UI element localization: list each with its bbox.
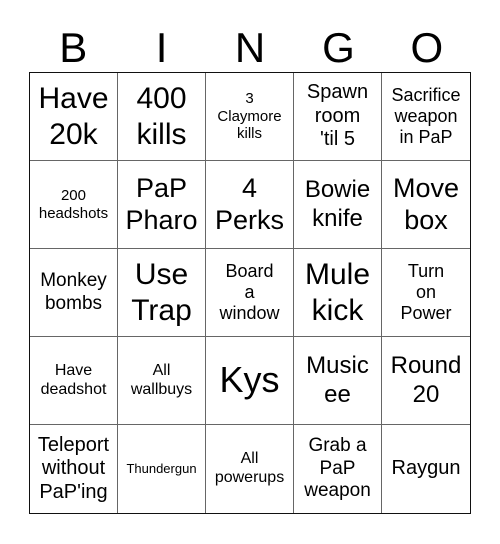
- header-letter-o: O: [410, 24, 444, 71]
- bingo-cell[interactable]: 200 headshots: [30, 161, 118, 249]
- bingo-cell[interactable]: All powerups: [206, 425, 294, 513]
- cell-text: 3 Claymore kills: [217, 89, 282, 143]
- cell-text: Bowie knife: [304, 176, 371, 232]
- bingo-cell[interactable]: Teleport without PaP'ing: [30, 425, 118, 513]
- bingo-cell[interactable]: 3 Claymore kills: [206, 73, 294, 161]
- bingo-cell[interactable]: Thundergun: [118, 425, 206, 513]
- header-letter-i: I: [155, 24, 168, 71]
- cell-text: Turn on Power: [400, 260, 452, 324]
- cell-text: 4 Perks: [214, 172, 285, 235]
- bingo-cell[interactable]: All wallbuys: [118, 337, 206, 425]
- cell-text: PaP Pharo: [125, 172, 198, 235]
- cell-text: Raygun: [391, 457, 461, 480]
- cell-text: Use Trap: [131, 258, 192, 327]
- cell-text: All wallbuys: [130, 361, 193, 398]
- header-letter-b: B: [59, 24, 88, 71]
- cell-text: Round 20: [390, 352, 462, 408]
- cell-text: Sacrifice weapon in PaP: [391, 84, 461, 148]
- bingo-cell[interactable]: 4 Perks: [206, 161, 294, 249]
- bingo-cell[interactable]: Round 20: [382, 337, 470, 425]
- cell-text: Have 20k: [38, 82, 109, 151]
- bingo-cell[interactable]: Kys: [206, 337, 294, 425]
- bingo-cell[interactable]: Mule kick: [294, 249, 382, 337]
- bingo-cell[interactable]: Music ee: [294, 337, 382, 425]
- bingo-cell[interactable]: Raygun: [382, 425, 470, 513]
- cell-text: Move box: [392, 172, 460, 235]
- bingo-cell[interactable]: Board a window: [206, 249, 294, 337]
- cell-text: Grab a PaP weapon: [304, 435, 371, 502]
- cell-text: Monkey bombs: [40, 270, 107, 314]
- header-letter-n: N: [234, 24, 266, 71]
- bingo-cell[interactable]: Grab a PaP weapon: [294, 425, 382, 513]
- bingo-header: B I N G O: [29, 24, 471, 72]
- header-letter-g: G: [322, 24, 355, 71]
- cell-text: 200 headshots: [38, 186, 109, 222]
- bingo-cell[interactable]: Have deadshot: [30, 337, 118, 425]
- bingo-grid: Have 20k 400 kills 3 Claymore kills Spaw…: [29, 72, 471, 514]
- cell-text: Teleport without PaP'ing: [37, 433, 110, 503]
- bingo-cell[interactable]: Bowie knife: [294, 161, 382, 249]
- bingo-cell[interactable]: Use Trap: [118, 249, 206, 337]
- bingo-cell[interactable]: Have 20k: [30, 73, 118, 161]
- cell-text: Have deadshot: [40, 361, 107, 398]
- cell-text: Mule kick: [304, 258, 371, 327]
- bingo-cell[interactable]: Turn on Power: [382, 249, 470, 337]
- cell-text: Kys: [219, 359, 280, 401]
- cell-text: Thundergun: [126, 461, 197, 477]
- cell-text: Music ee: [306, 352, 369, 408]
- cell-text: Spawn room 'til 5: [306, 81, 369, 151]
- cell-text: 400 kills: [136, 82, 187, 151]
- bingo-cell[interactable]: PaP Pharo: [118, 161, 206, 249]
- bingo-cell[interactable]: Monkey bombs: [30, 249, 118, 337]
- bingo-cell[interactable]: 400 kills: [118, 73, 206, 161]
- cell-text: All powerups: [214, 450, 285, 486]
- bingo-cell[interactable]: Sacrifice weapon in PaP: [382, 73, 470, 161]
- bingo-cell[interactable]: Move box: [382, 161, 470, 249]
- bingo-cell[interactable]: Spawn room 'til 5: [294, 73, 382, 161]
- cell-text: Board a window: [219, 260, 280, 324]
